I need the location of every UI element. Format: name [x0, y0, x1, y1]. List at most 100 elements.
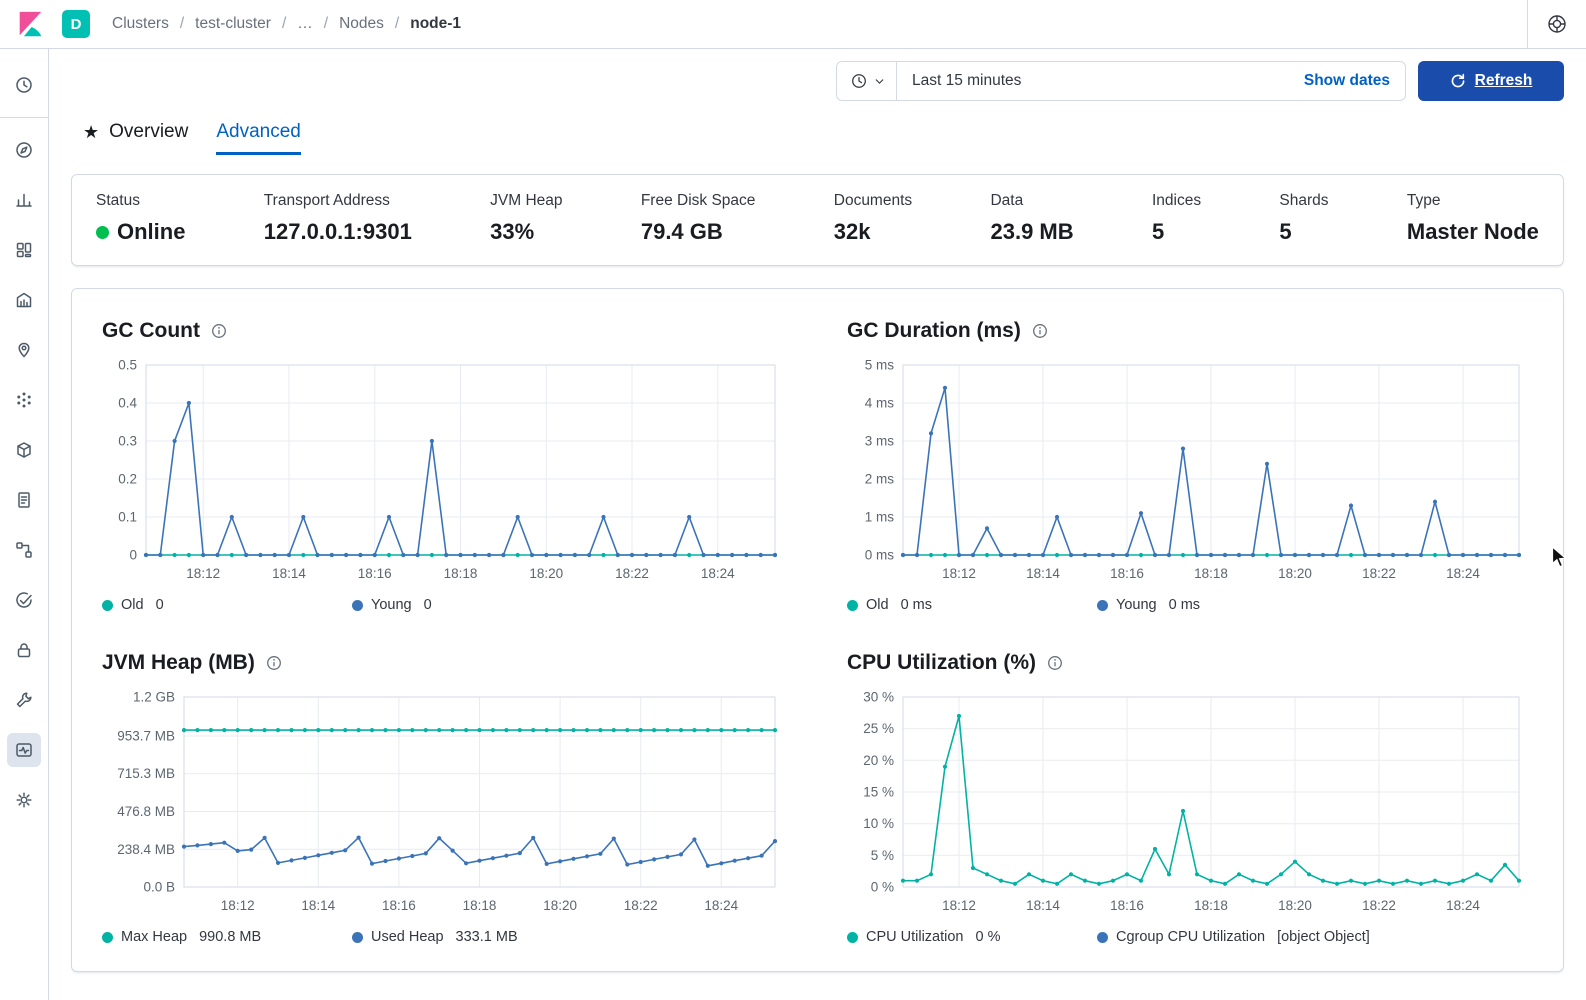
legend-item[interactable]: Cgroup CPU Utilization[object Object]: [1097, 929, 1370, 945]
breadcrumb-cluster[interactable]: test-cluster: [195, 15, 271, 33]
time-range-value[interactable]: Last 15 minutes: [897, 72, 1289, 90]
svg-text:18:24: 18:24: [1446, 898, 1480, 913]
clock-icon: [850, 72, 868, 90]
summary-free-disk: Free Disk Space 79.4 GB: [641, 192, 756, 245]
breadcrumb-separator: /: [180, 15, 184, 33]
tab-overview[interactable]: ★ Overview: [83, 121, 188, 155]
time-picker-quick-menu[interactable]: [837, 62, 897, 100]
info-icon[interactable]: [266, 655, 282, 671]
svg-text:18:16: 18:16: [358, 566, 392, 581]
svg-text:18:24: 18:24: [1446, 566, 1480, 581]
gc-count-chart: GC Count 00.10.20.30.40.518:1218:1418:16…: [102, 315, 789, 613]
info-icon[interactable]: [211, 323, 227, 339]
summary-value: 5: [1152, 219, 1201, 245]
chart-canvas: 0 %5 %10 %15 %20 %25 %30 %18:1218:1418:1…: [847, 687, 1533, 921]
recently-viewed-icon[interactable]: [7, 68, 41, 102]
svg-text:0.3: 0.3: [118, 434, 137, 449]
svg-text:18:14: 18:14: [301, 898, 335, 913]
svg-text:476.8 MB: 476.8 MB: [117, 804, 175, 819]
devtools-wrench-icon[interactable]: [7, 683, 41, 717]
legend-item[interactable]: CPU Utilization0 %: [847, 929, 1097, 945]
uptime-check-icon[interactable]: [7, 583, 41, 617]
legend-name: Young: [371, 597, 412, 613]
gc-count-legend: Old 0 Young0: [102, 597, 789, 613]
legend-item[interactable]: Old0 ms: [847, 597, 1097, 613]
breadcrumb-collapsed[interactable]: …: [297, 15, 313, 33]
index-management-bank-icon[interactable]: [7, 283, 41, 317]
svg-text:18:24: 18:24: [701, 566, 735, 581]
help-icon[interactable]: [1544, 11, 1570, 37]
gc-count-plot-area[interactable]: 00.10.20.30.40.518:1218:1418:1618:1818:2…: [102, 355, 789, 594]
svg-text:0 ms: 0 ms: [865, 548, 895, 563]
tab-advanced-label: Advanced: [216, 121, 301, 143]
gc-duration-chart: GC Duration (ms) 0 ms1 ms2 ms3 ms4 ms5 m…: [847, 315, 1533, 613]
svg-text:18:22: 18:22: [624, 898, 658, 913]
jvm-heap-plot-area[interactable]: 0.0 B238.4 MB476.8 MB715.3 MB953.7 MB1.2…: [102, 687, 789, 926]
summary-indices: Indices 5: [1152, 192, 1201, 245]
legend-dot: [1097, 932, 1108, 943]
svg-text:25 %: 25 %: [863, 721, 894, 736]
kibana-logo-icon[interactable]: [14, 8, 46, 40]
svg-text:5 ms: 5 ms: [865, 358, 895, 373]
breadcrumb-current-node: node-1: [410, 15, 461, 33]
gc-duration-plot-area[interactable]: 0 ms1 ms2 ms3 ms4 ms5 ms18:1218:1418:161…: [847, 355, 1533, 594]
main-content: Last 15 minutes Show dates Refresh ★ Ove…: [49, 49, 1586, 1000]
dashboard-icon[interactable]: [7, 233, 41, 267]
show-dates-link[interactable]: Show dates: [1289, 72, 1405, 90]
svg-text:0 %: 0 %: [871, 880, 894, 895]
svg-text:20 %: 20 %: [863, 753, 894, 768]
legend-name: Old: [121, 597, 144, 613]
chart-title: GC Count: [102, 319, 200, 343]
machine-learning-icon[interactable]: [7, 383, 41, 417]
stack-monitoring-icon[interactable]: [7, 733, 41, 767]
summary-label: JVM Heap: [490, 192, 562, 210]
summary-value: 32k: [834, 219, 912, 245]
legend-dot: [847, 600, 858, 611]
legend-dot: [847, 932, 858, 943]
graph-workflow-icon[interactable]: [7, 533, 41, 567]
svg-text:0.2: 0.2: [118, 472, 137, 487]
top-header: D Clusters / test-cluster / … / Nodes / …: [0, 0, 1586, 49]
summary-transport-address: Transport Address 127.0.0.1:9301: [264, 192, 412, 245]
visualize-chart-icon[interactable]: [7, 183, 41, 217]
legend-item[interactable]: Max Heap990.8 MB: [102, 929, 352, 945]
svg-text:10 %: 10 %: [863, 816, 894, 831]
maps-pin-icon[interactable]: [7, 333, 41, 367]
breadcrumb-nodes[interactable]: Nodes: [339, 15, 384, 33]
left-nav-rail: [0, 49, 49, 1000]
svg-text:18:20: 18:20: [1278, 898, 1312, 913]
legend-value: 0 ms: [1169, 597, 1200, 613]
refresh-button[interactable]: Refresh: [1418, 61, 1564, 101]
logs-document-icon[interactable]: [7, 483, 41, 517]
package-icon[interactable]: [7, 433, 41, 467]
info-icon[interactable]: [1047, 655, 1063, 671]
legend-item[interactable]: Used Heap333.1 MB: [352, 929, 518, 945]
svg-text:3 ms: 3 ms: [865, 434, 895, 449]
svg-text:2 ms: 2 ms: [865, 472, 895, 487]
legend-name: Max Heap: [121, 929, 187, 945]
legend-item[interactable]: Young0: [352, 597, 432, 613]
summary-data: Data 23.9 MB: [990, 192, 1073, 245]
svg-text:1 ms: 1 ms: [865, 510, 895, 525]
legend-value: 0: [156, 597, 164, 613]
chart-title: CPU Utilization (%): [847, 651, 1036, 675]
tab-advanced[interactable]: Advanced: [216, 121, 301, 155]
info-icon[interactable]: [1032, 323, 1048, 339]
discover-compass-icon[interactable]: [7, 133, 41, 167]
summary-value: Master Node: [1407, 219, 1539, 245]
summary-label: Indices: [1152, 192, 1201, 210]
management-gear-icon[interactable]: [7, 783, 41, 817]
deployment-badge[interactable]: D: [62, 10, 90, 38]
legend-item[interactable]: Young 0 ms: [1097, 597, 1200, 613]
summary-value: 33%: [490, 219, 562, 245]
summary-label: Documents: [834, 192, 912, 210]
time-filter-row: Last 15 minutes Show dates Refresh: [71, 61, 1564, 101]
breadcrumb-clusters[interactable]: Clusters: [112, 15, 169, 33]
legend-name: Young: [1116, 597, 1157, 613]
legend-item[interactable]: Old 0: [102, 597, 352, 613]
chart-title: GC Duration (ms): [847, 319, 1021, 343]
legend-dot: [1097, 600, 1108, 611]
security-lock-icon[interactable]: [7, 633, 41, 667]
cpu-utilization-plot-area[interactable]: 0 %5 %10 %15 %20 %25 %30 %18:1218:1418:1…: [847, 687, 1533, 926]
legend-value: [object Object]: [1277, 929, 1370, 945]
